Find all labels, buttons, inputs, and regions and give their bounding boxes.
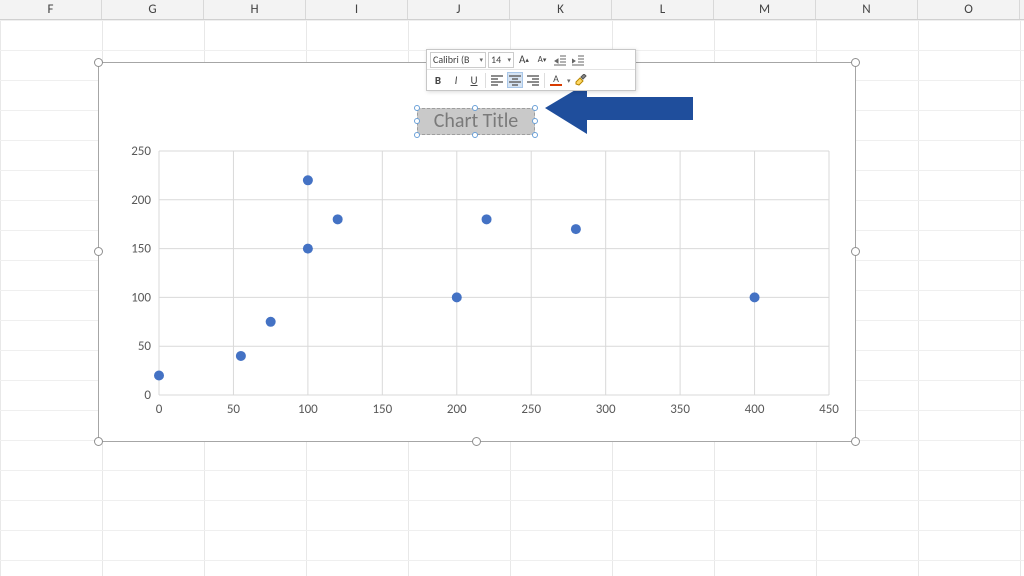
col-header[interactable]: N [816,0,918,19]
font-color-button[interactable]: A [548,72,564,88]
chart-object[interactable]: Chart Title 0501001502002500501001502002… [98,62,856,442]
mini-toolbar[interactable]: Calibri (B▾ 14▾ A▴ A▾ B I U [426,49,636,91]
align-left-icon [491,74,503,86]
separator [544,73,545,88]
italic-button[interactable]: I [448,72,464,88]
align-right-icon [527,74,539,86]
align-center-icon [509,74,521,86]
svg-text:250: 250 [521,402,541,417]
bold-button[interactable]: B [430,72,446,88]
col-header[interactable]: K [510,0,612,19]
svg-text:100: 100 [131,290,151,305]
svg-text:400: 400 [745,402,765,417]
format-painter-button[interactable] [573,72,589,88]
resize-handle[interactable] [94,437,103,446]
chevron-down-icon: ▾ [507,55,511,64]
title-handle[interactable] [532,105,538,111]
separator [485,73,486,88]
svg-text:350: 350 [670,402,690,417]
resize-handle[interactable] [851,247,860,256]
decrease-font-button[interactable]: A▾ [534,52,550,68]
col-header[interactable]: G [102,0,204,19]
chart-title[interactable]: Chart Title [417,108,535,135]
svg-text:100: 100 [298,402,318,417]
svg-text:450: 450 [819,402,839,417]
underline-button[interactable]: U [466,72,482,88]
col-header[interactable]: H [204,0,306,19]
increase-indent-icon [572,54,584,66]
align-left-button[interactable] [489,72,505,88]
scatter-plot: 0501001502002500501001502002503003504004… [159,151,829,431]
svg-text:150: 150 [372,402,392,417]
svg-text:300: 300 [596,402,616,417]
svg-text:50: 50 [138,339,152,354]
title-handle[interactable] [414,118,420,124]
decrease-indent-button[interactable] [552,52,568,68]
col-header[interactable]: I [306,0,408,19]
col-header[interactable]: J [408,0,510,19]
spreadsheet-grid[interactable]: Calibri (B▾ 14▾ A▴ A▾ B I U [0,20,1024,576]
increase-font-button[interactable]: A▴ [516,52,532,68]
col-header[interactable]: F [0,0,102,19]
font-color-indicator [550,84,562,86]
font-size-dropdown[interactable]: 14 ▾ [488,52,514,68]
svg-text:150: 150 [131,242,151,257]
col-header[interactable]: M [714,0,816,19]
column-headers: F G H I J K L M N O [0,0,1024,20]
align-right-button[interactable] [525,72,541,88]
decrease-indent-icon [554,54,566,66]
title-handle[interactable] [414,105,420,111]
font-name-dropdown[interactable]: Calibri (B ▾ [430,52,486,68]
svg-text:0: 0 [156,402,163,417]
svg-text:50: 50 [227,402,241,417]
svg-text:200: 200 [447,402,467,417]
title-handle[interactable] [472,105,478,111]
chevron-down-icon: ▾ [479,55,483,64]
chart-title-text: Chart Title [434,109,519,133]
svg-text:200: 200 [131,193,151,208]
resize-handle[interactable] [851,58,860,67]
font-size-value: 14 [491,53,501,66]
resize-handle[interactable] [851,437,860,446]
resize-handle[interactable] [94,58,103,67]
col-header[interactable]: O [918,0,1020,19]
title-handle[interactable] [532,118,538,124]
resize-handle[interactable] [94,247,103,256]
title-handle[interactable] [532,132,538,138]
svg-text:250: 250 [131,144,151,159]
font-name-value: Calibri (B [433,53,469,66]
title-handle[interactable] [414,132,420,138]
paintbrush-icon [574,74,587,87]
title-handle[interactable] [472,132,478,138]
align-center-button[interactable] [507,72,523,88]
col-header[interactable]: L [612,0,714,19]
chevron-down-icon[interactable]: ▾ [567,76,571,85]
increase-indent-button[interactable] [570,52,586,68]
resize-handle[interactable] [472,437,481,446]
plot-area[interactable]: 0501001502002500501001502002503003504004… [159,151,829,395]
svg-text:0: 0 [144,388,151,403]
